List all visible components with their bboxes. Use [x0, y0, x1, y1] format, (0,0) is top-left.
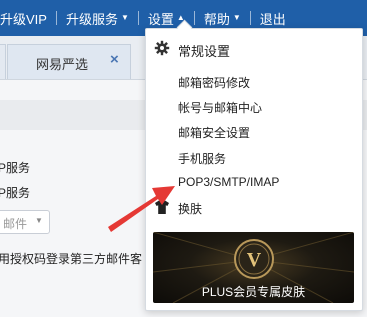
- tab-close-icon[interactable]: ×: [110, 51, 119, 68]
- service-line-2: P服务: [0, 186, 31, 200]
- chevron-down-icon: ▼: [232, 12, 241, 22]
- v-badge-icon: V: [234, 239, 274, 279]
- plus-skin-banner[interactable]: V PLUS会员专属皮肤: [153, 232, 354, 303]
- gear-icon: [154, 40, 170, 56]
- tshirt-icon: [155, 200, 169, 214]
- menu-item-label: 手机服务: [178, 152, 227, 166]
- menu-item-label: 邮箱密码修改: [178, 76, 251, 90]
- menu-item-change-skin[interactable]: 换肤: [146, 195, 362, 219]
- menu-item-security-settings[interactable]: 邮箱安全设置: [146, 119, 362, 143]
- menu-item-pop3-smtp-imap[interactable]: POP3/SMTP/IMAP: [146, 170, 362, 194]
- nav-upgrade-services[interactable]: 升级服务 ▼: [57, 0, 138, 36]
- mail-select-value: 邮件: [3, 217, 28, 231]
- menu-item-mobile-service[interactable]: 手机服务: [146, 145, 362, 169]
- service-line-1: P服务: [0, 161, 31, 175]
- menu-item-label: 换肤: [178, 202, 203, 216]
- nav-settings-label: 设置: [147, 11, 174, 27]
- nav-help-label: 帮助: [203, 11, 230, 27]
- menu-item-label: 常规设置: [178, 44, 231, 59]
- menu-item-account-center[interactable]: 帐号与邮箱中心: [146, 94, 362, 118]
- tab-previous[interactable]: [0, 44, 6, 79]
- chevron-down-icon: ▼: [35, 216, 43, 225]
- nav-upgrade-vip-label: 升级VIP: [0, 11, 47, 27]
- nav-upgrade-services-label: 升级服务: [65, 11, 118, 27]
- menu-item-label: 帐号与邮箱中心: [178, 101, 263, 115]
- menu-item-password-change[interactable]: 邮箱密码修改: [146, 69, 362, 93]
- nav-upgrade-vip[interactable]: 升级VIP: [0, 0, 56, 36]
- settings-dropdown-menu: 常规设置 邮箱密码修改 帐号与邮箱中心 邮箱安全设置 手机服务 POP3/SMT…: [145, 28, 363, 311]
- badge-letter: V: [247, 249, 262, 271]
- tab-label: 网易严选: [36, 57, 89, 72]
- menu-item-label: POP3/SMTP/IMAP: [178, 175, 280, 189]
- banner-text: PLUS会员专属皮肤: [201, 285, 306, 299]
- mail-select[interactable]: 邮件 ▼: [0, 210, 50, 234]
- auth-code-text: 用授权码登录第三方邮件客: [0, 252, 143, 266]
- menu-item-label: 邮箱安全设置: [178, 126, 251, 140]
- chevron-down-icon: ▼: [120, 12, 129, 22]
- nav-logout-label: 退出: [259, 11, 286, 27]
- menu-item-general-settings[interactable]: 常规设置: [146, 36, 362, 60]
